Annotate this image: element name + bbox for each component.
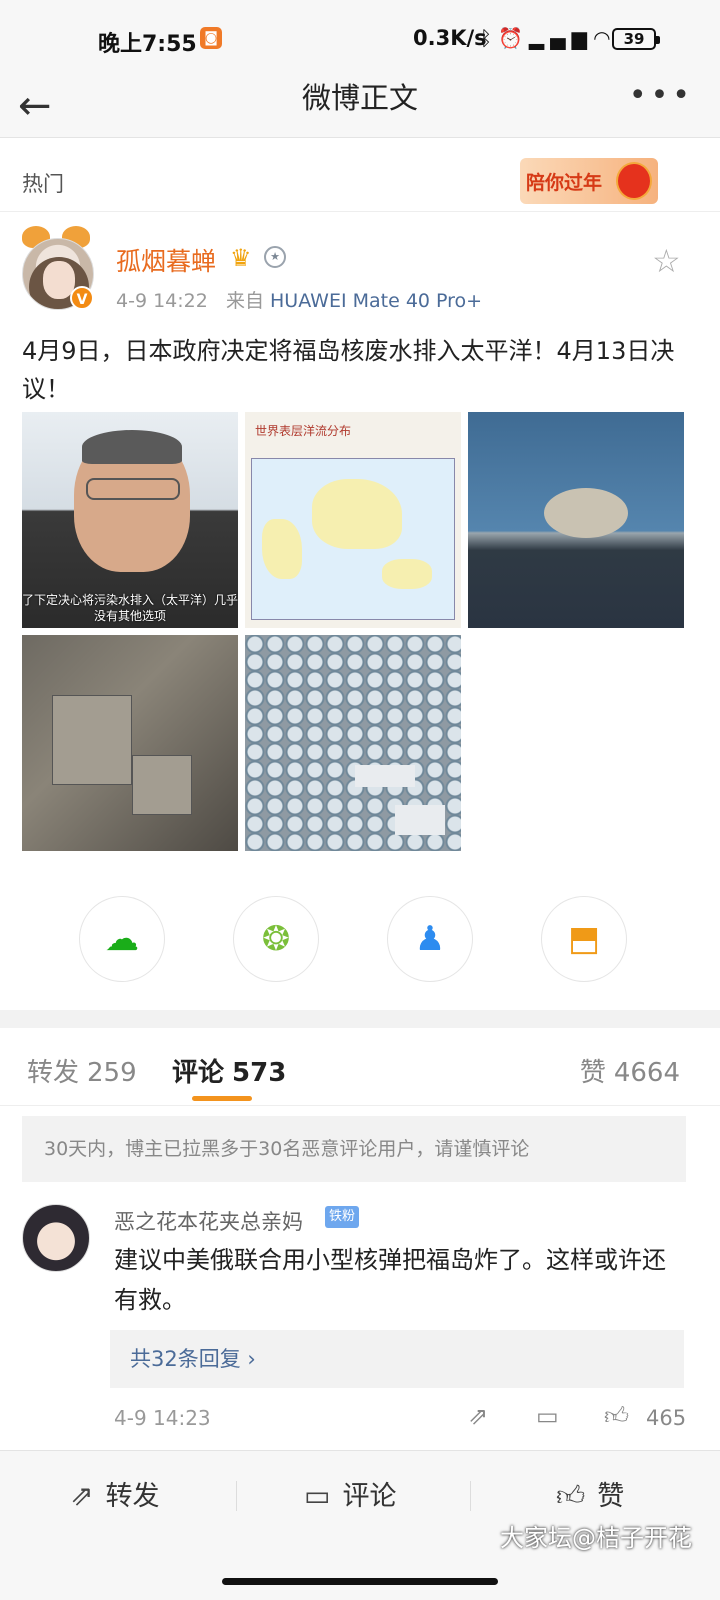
hot-label[interactable]: 热门: [22, 168, 64, 198]
tab-like[interactable]: 赞 4664: [580, 1052, 680, 1089]
map-title: 世界表层洋流分布: [255, 424, 352, 438]
comment-text: 建议中美俄联合用小型核弹把福岛炸了。这样或许还有救。: [114, 1246, 666, 1314]
battery-icon: 39: [612, 28, 660, 50]
save-image-icon: ⬒: [567, 919, 601, 959]
post-image-3[interactable]: [468, 412, 684, 628]
banner-text: 陪你过年: [526, 172, 603, 194]
share-qq-button[interactable]: ♟: [387, 896, 473, 982]
qq-icon: ♟: [414, 919, 446, 959]
like-label: 赞: [597, 1481, 625, 1512]
page-title: 微博正文: [301, 81, 418, 115]
comment-notice: 30天内，博主已拉黑多于30名恶意评论用户，请谨慎评论: [22, 1116, 686, 1182]
repost-button[interactable]: ⇗ 转发: [70, 1451, 159, 1541]
status-time: 晚上7:55: [98, 32, 197, 57]
moments-icon: ❂: [261, 919, 291, 959]
comment-icon: ▭: [304, 1479, 331, 1512]
tab-comment-label: 评论: [172, 1058, 225, 1088]
verified-v-icon: V: [70, 286, 94, 310]
status-icons: ᛒ⏰▂▄▆◠: [480, 26, 617, 50]
watermark: 大家坛@桔子开花: [500, 1524, 692, 1552]
map-land: [262, 519, 302, 579]
fan-badge: 铁粉: [325, 1206, 360, 1228]
app-notification-icon: ◙: [200, 27, 222, 49]
glasses: [86, 478, 180, 500]
post-username[interactable]: 孤烟暮蝉: [116, 242, 216, 278]
active-tab-indicator: [192, 1096, 252, 1101]
tab-repost-count: 259: [87, 1058, 137, 1088]
comment-avatar[interactable]: [22, 1204, 90, 1272]
network-speed: 0.3K/s: [413, 26, 487, 50]
home-indicator[interactable]: [222, 1578, 498, 1585]
post-time: 4-9 14:22: [116, 290, 208, 312]
reactor-building: [132, 755, 192, 815]
bluetooth-icon: ᛒ: [480, 26, 498, 50]
more-dots-icon[interactable]: •••: [629, 78, 694, 114]
post-image-1[interactable]: 了下定决心将污染水排入（太平洋）几乎没有其他选项: [22, 412, 238, 628]
bar-separator: [470, 1481, 471, 1511]
section-divider: [0, 1010, 720, 1028]
comment-time: 4-9 14:23: [114, 1406, 211, 1430]
post-device[interactable]: HUAWEI Mate 40 Pro+: [270, 290, 482, 312]
map-land: [312, 479, 402, 549]
image-caption: 了下定决心将污染水排入（太平洋）几乎没有其他选项: [22, 593, 238, 623]
save-image-button[interactable]: ⬒: [541, 896, 627, 982]
post-image-5[interactable]: [245, 635, 461, 851]
new-year-banner[interactable]: 陪你过年: [520, 158, 658, 204]
hd-signal-icon: ▂▄▆: [528, 26, 594, 50]
share-wechat-button[interactable]: ☁: [79, 896, 165, 982]
tab-comment-count: 573: [232, 1058, 287, 1088]
comment-button[interactable]: ▭ 评论: [304, 1451, 396, 1541]
comment-repost-icon[interactable]: ⇗: [468, 1402, 488, 1430]
tab-like-label: 赞: [579, 1058, 606, 1088]
medal-icon[interactable]: ★: [264, 246, 286, 268]
wechat-icon: ☁: [105, 919, 139, 959]
interaction-tabs: 转发 259 评论 573 赞 4664: [0, 1028, 720, 1106]
warehouse-roof: [355, 765, 415, 787]
comment-reply-icon[interactable]: ▭: [536, 1402, 559, 1430]
post-image-4[interactable]: [22, 635, 238, 851]
post-image-2[interactable]: 世界表层洋流分布: [245, 412, 461, 628]
repost-icon: ⇗: [70, 1479, 94, 1512]
tab-comment[interactable]: 评论 573: [172, 1052, 286, 1089]
warehouse-roof: [395, 805, 445, 835]
comment-label: 评论: [342, 1481, 397, 1512]
explosion-smoke: [544, 488, 628, 538]
post-source-prefix: 来自: [225, 290, 264, 312]
comment-username[interactable]: 恶之花本花夹总亲妈: [114, 1206, 303, 1236]
tab-like-count: 4664: [613, 1058, 680, 1088]
tab-repost[interactable]: 转发 259: [27, 1052, 137, 1089]
person-hair: [82, 430, 182, 464]
comment-like-count: 465: [646, 1406, 687, 1430]
repost-label: 转发: [105, 1481, 160, 1512]
post-text: 4月9日，日本政府决定将福岛核废水排入太平洋！4月13日决议！: [22, 337, 675, 403]
lantern-icon: [616, 162, 652, 200]
comment-like-icon[interactable]: 👍︎: [604, 1402, 629, 1431]
comment-replies-link[interactable]: 共32条回复 ›: [110, 1330, 684, 1388]
status-bar: 晚上7:55 ◙ 0.3K/s ᛒ⏰▂▄▆◠ 39: [0, 0, 720, 78]
favorite-star-icon[interactable]: ☆: [652, 242, 681, 280]
like-icon: 👍︎: [556, 1479, 586, 1512]
map-land: [382, 559, 432, 589]
nav-bar: ← 微博正文 •••: [0, 78, 720, 138]
vip-crown-icon[interactable]: ♛: [230, 244, 252, 272]
alarm-icon: ⏰: [498, 26, 529, 50]
bar-separator: [236, 1481, 237, 1511]
hot-bar: 热门 陪你过年: [0, 150, 720, 212]
share-moments-button[interactable]: ❂: [233, 896, 319, 982]
post-meta: 4-9 14:22 来自 HUAWEI Mate 40 Pro+: [116, 286, 482, 313]
ocean-current-map: [251, 458, 455, 620]
reactor-building: [52, 695, 132, 785]
weibo-post-page: 晚上7:55 ◙ 0.3K/s ᛒ⏰▂▄▆◠ 39 ← 微博正文 ••• 热门 …: [0, 0, 720, 1600]
tab-repost-label: 转发: [27, 1058, 80, 1088]
